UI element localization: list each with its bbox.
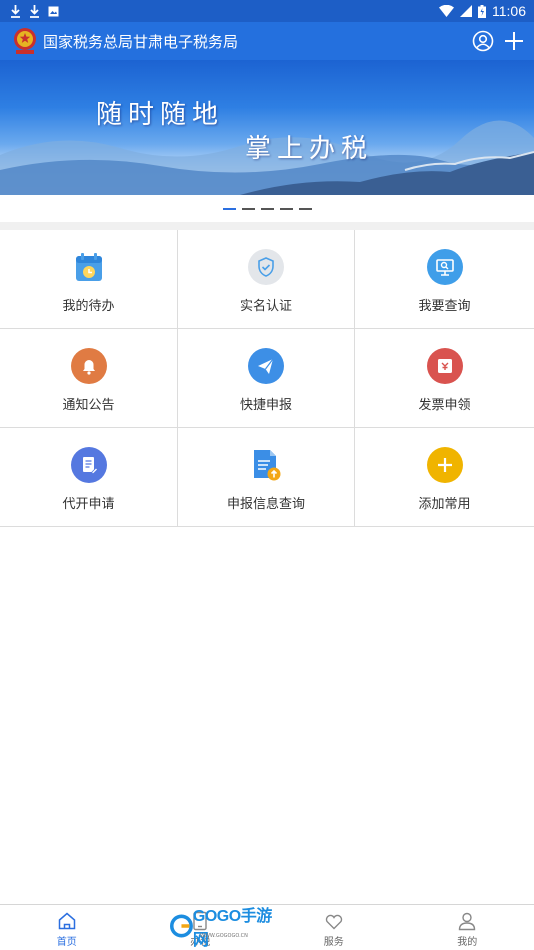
- nav-label: 服务: [323, 937, 344, 948]
- tax-emblem-icon: [14, 28, 36, 54]
- app-bar: 国家税务总局甘肃电子税务局: [0, 22, 534, 60]
- watermark-subtext: WWW.GOGOGO.CN: [200, 933, 248, 939]
- status-bar: 11:06: [0, 0, 534, 22]
- gogo-logo-icon: [170, 914, 193, 938]
- grid-item-quick-declare[interactable]: 快捷申报: [178, 329, 355, 428]
- grid-item-label: 实名认证: [239, 299, 292, 314]
- calendar-clock-icon: [75, 253, 102, 281]
- battery-icon: [478, 4, 486, 18]
- wifi-icon: [439, 5, 454, 17]
- bell-icon: [70, 348, 107, 384]
- monitor-search-icon: [426, 249, 463, 285]
- status-time: 11:06: [492, 3, 526, 19]
- invoice-icon: [426, 348, 463, 384]
- carousel-dot[interactable]: [279, 207, 293, 210]
- carousel-dot[interactable]: [260, 207, 274, 210]
- heart-icon: [325, 914, 342, 930]
- status-system: 11:06: [439, 3, 526, 19]
- grid-item-label: 发票申领: [418, 398, 471, 413]
- grid-item-my-todo[interactable]: 我的待办: [0, 230, 178, 329]
- grid-item-issue-apply[interactable]: 代开申请: [0, 428, 178, 527]
- banner-slogan-line2: 掌上办税: [245, 134, 374, 164]
- nav-item-mine[interactable]: 我的: [401, 905, 534, 950]
- user-profile-icon[interactable]: [472, 30, 494, 52]
- grid-item-label: 快捷申报: [239, 398, 292, 413]
- carousel-dot[interactable]: [298, 207, 312, 210]
- plus-circle-icon: [426, 447, 463, 483]
- function-grid: 我的待办 实名认证 我要查询 通知公告 快捷申报 发票申领 代开申请 申报信息查…: [0, 230, 534, 527]
- nav-item-home[interactable]: 首页: [0, 905, 134, 950]
- grid-item-label: 通知公告: [62, 398, 115, 413]
- nav-label: 我的: [457, 937, 478, 948]
- shield-check-icon: [248, 249, 284, 285]
- grid-item-label: 我的待办: [62, 299, 115, 314]
- banner-slogan-line1: 随时随地: [96, 100, 225, 130]
- grid-item-label: 添加常用: [418, 497, 471, 512]
- grid-item-real-name-auth[interactable]: 实名认证: [178, 230, 355, 329]
- image-notification-icon: [48, 6, 59, 16]
- carousel-indicator: [0, 195, 534, 222]
- grid-item-declare-info-query[interactable]: 申报信息查询: [178, 428, 355, 527]
- banner[interactable]: 随时随地 掌上办税: [0, 60, 534, 195]
- carousel-dot[interactable]: [222, 207, 236, 210]
- user-icon: [459, 912, 476, 931]
- grid-item-add-favorite[interactable]: 添加常用: [355, 428, 534, 527]
- document-edit-icon: [70, 447, 107, 483]
- section-separator: [0, 222, 534, 230]
- signal-icon: [460, 5, 472, 17]
- document-upload-icon: [254, 450, 281, 481]
- nav-label: 首页: [56, 937, 77, 948]
- gogo-watermark: GOGO手游网 WWW.GOGOGO.CN: [170, 908, 276, 949]
- grid-item-notice[interactable]: 通知公告: [0, 329, 178, 428]
- app-title: 国家税务总局甘肃电子税务局: [43, 32, 239, 51]
- nav-item-service[interactable]: 服务: [267, 905, 401, 950]
- download-icon: [11, 4, 20, 18]
- grid-item-invoice-apply[interactable]: 发票申领: [355, 329, 534, 428]
- status-notifications: [10, 4, 59, 18]
- grid-item-label: 我要查询: [418, 299, 471, 314]
- carousel-dot[interactable]: [241, 207, 255, 210]
- grid-item-label: 代开申请: [62, 497, 115, 512]
- grid-item-query[interactable]: 我要查询: [355, 230, 534, 329]
- watermark-text: GOGO手游网: [192, 908, 272, 949]
- grid-item-label: 申报信息查询: [226, 497, 305, 512]
- add-icon[interactable]: [504, 31, 524, 51]
- download-icon: [30, 4, 39, 18]
- home-icon: [58, 912, 75, 930]
- paper-plane-icon: [248, 348, 284, 384]
